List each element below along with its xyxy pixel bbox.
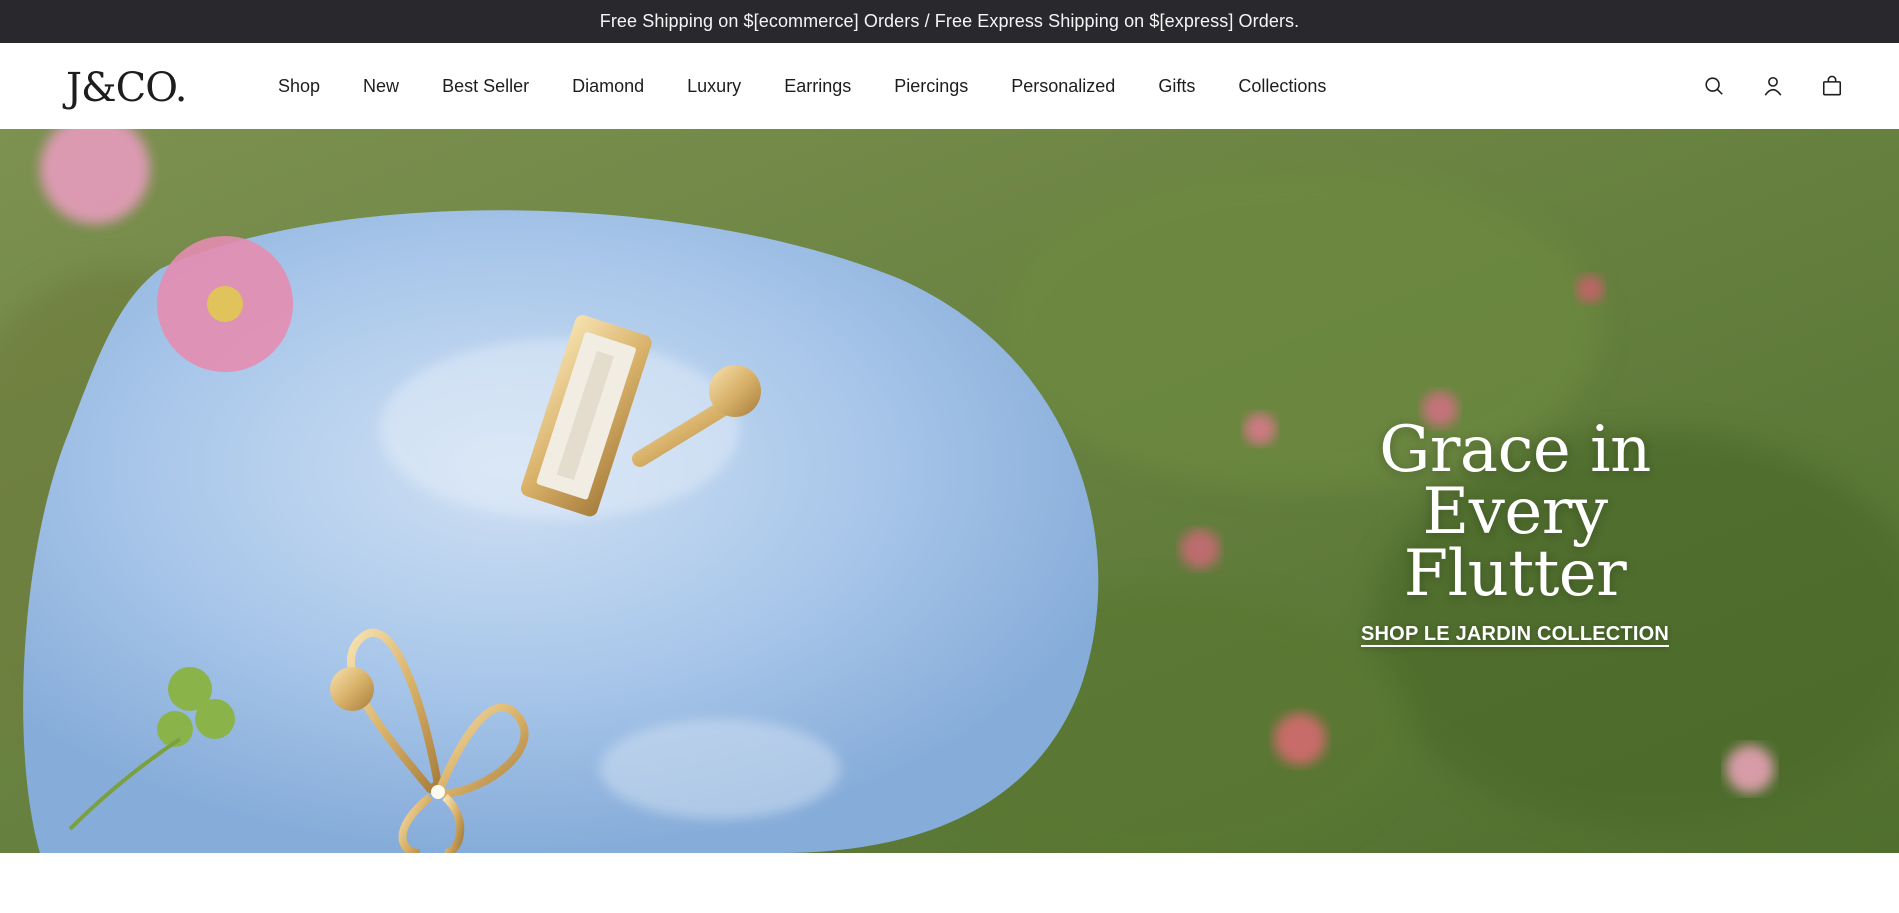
header-actions xyxy=(1703,43,1843,129)
shop-collection-link[interactable]: SHOP LE JARDIN COLLECTION xyxy=(1361,623,1669,646)
user-icon[interactable] xyxy=(1762,75,1784,97)
nav-item-best-seller[interactable]: Best Seller xyxy=(442,76,529,97)
nav-item-gifts[interactable]: Gifts xyxy=(1158,76,1195,97)
site-header: J&CO. Shop New Best Seller Diamond Luxur… xyxy=(0,43,1899,129)
hero-copy: Grace in Every Flutter SHOP LE JARDIN CO… xyxy=(1320,413,1710,646)
hero-title-line-2: Every Flutter xyxy=(1403,475,1627,611)
nav-item-personalized[interactable]: Personalized xyxy=(1011,76,1115,97)
nav-item-piercings[interactable]: Piercings xyxy=(894,76,968,97)
brand-logo[interactable]: J&CO. xyxy=(66,65,212,111)
announcement-text: Free Shipping on $[ecommerce] Orders / F… xyxy=(599,11,1300,31)
nav-item-collections[interactable]: Collections xyxy=(1238,76,1326,97)
nav-item-diamond[interactable]: Diamond xyxy=(572,76,644,97)
announcement-bar: Free Shipping on $[ecommerce] Orders / F… xyxy=(0,0,1899,43)
nav-item-luxury[interactable]: Luxury xyxy=(687,76,741,97)
search-icon[interactable] xyxy=(1703,75,1725,97)
nav-item-new[interactable]: New xyxy=(363,76,399,97)
main-nav: Shop New Best Seller Diamond Luxury Earr… xyxy=(212,76,1369,97)
bag-icon[interactable] xyxy=(1821,75,1843,97)
hero-banner[interactable]: Grace in Every Flutter SHOP LE JARDIN CO… xyxy=(0,129,1899,853)
nav-item-shop[interactable]: Shop xyxy=(278,76,320,97)
nav-item-earrings[interactable]: Earrings xyxy=(784,76,851,97)
hero-title: Grace in Every Flutter xyxy=(1320,413,1710,611)
page-content-area xyxy=(0,853,1899,913)
hero-title-line-1: Grace in xyxy=(1379,413,1651,487)
